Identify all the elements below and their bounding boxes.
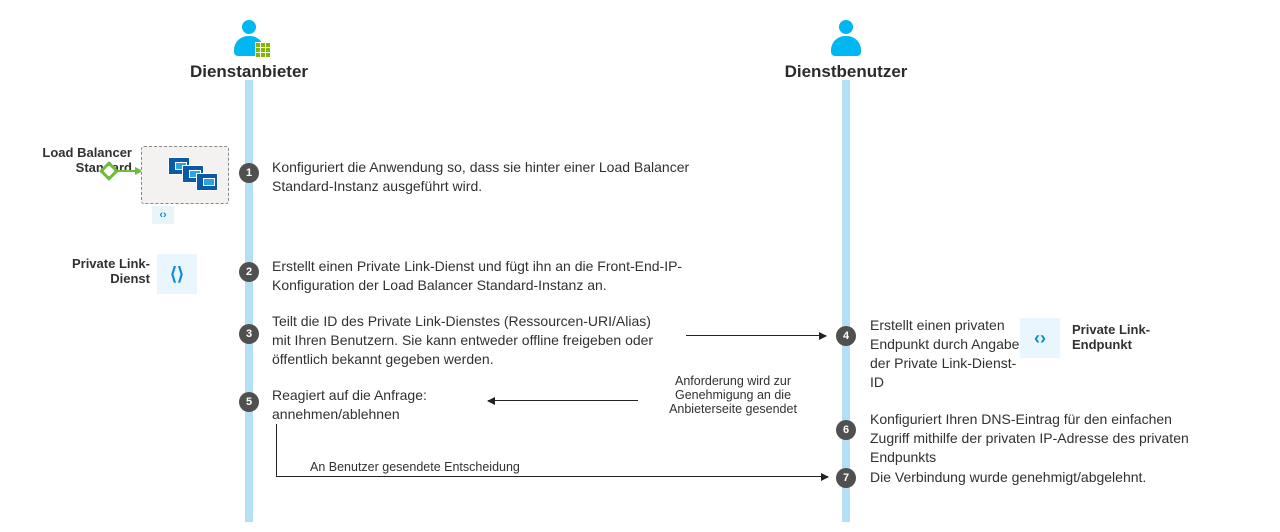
- step-bullet-1: 1: [239, 163, 259, 183]
- private-link-endpoint-icon: ‹›: [1020, 318, 1060, 358]
- step-text-2: Erstellt einen Private Link-Dienst und f…: [272, 257, 702, 295]
- cloud-org-icon: [255, 42, 271, 58]
- step-bullet-2: 2: [239, 262, 259, 282]
- step-text-4: Erstellt einen privaten Endpunkt durch A…: [870, 316, 1020, 392]
- arrow-approval-request: [488, 400, 638, 401]
- actor-consumer-label: Dienstbenutzer: [766, 62, 926, 82]
- provider-lifeline: [245, 80, 253, 522]
- step-text-5: Reagiert auf die Anfrage: annehmen/ableh…: [272, 386, 492, 424]
- private-link-mini-icon: ‹›: [152, 206, 174, 224]
- endpoint-glyph: ‹›: [1034, 328, 1046, 349]
- person-icon: [231, 20, 267, 56]
- step-text-6: Konfiguriert Ihren DNS-Eintrag für den e…: [870, 410, 1200, 467]
- label-private-link-service: Private Link-Dienst: [60, 256, 150, 286]
- actor-provider: Dienstanbieter: [169, 20, 329, 82]
- arrow-decision-sent: [276, 476, 828, 477]
- note-decision-sent: An Benutzer gesendete Entscheidung: [310, 460, 590, 474]
- step-text-3: Teilt die ID des Private Link-Dienstes (…: [272, 312, 672, 369]
- step-bullet-5: 5: [239, 392, 259, 412]
- step-text-7: Die Verbindung wurde genehmigt/abgelehnt…: [870, 468, 1220, 487]
- consumer-lifeline: [842, 80, 850, 522]
- route-decision-vertical: [276, 424, 277, 476]
- actor-provider-label: Dienstanbieter: [169, 62, 329, 82]
- step-bullet-4: 4: [836, 326, 856, 346]
- actor-consumer: Dienstbenutzer: [766, 20, 926, 82]
- step-text-1: Konfiguriert die Anwendung so, dass sie …: [272, 158, 702, 196]
- person-icon: [828, 20, 864, 56]
- note-approval-request: Anforderung wird zur Genehmigung an die …: [648, 374, 818, 416]
- lb-pool-icon: [141, 146, 229, 204]
- step-bullet-6: 6: [836, 420, 856, 440]
- arrow-share-id: [686, 335, 826, 336]
- private-link-service-icon: ⟨⟩: [157, 254, 197, 294]
- step-bullet-3: 3: [239, 324, 259, 344]
- step-bullet-7: 7: [836, 468, 856, 488]
- label-private-link-endpoint: Private Link-Endpunkt: [1072, 322, 1192, 352]
- lb-arrow-icon: [116, 170, 142, 172]
- link-glyph: ⟨⟩: [170, 264, 184, 285]
